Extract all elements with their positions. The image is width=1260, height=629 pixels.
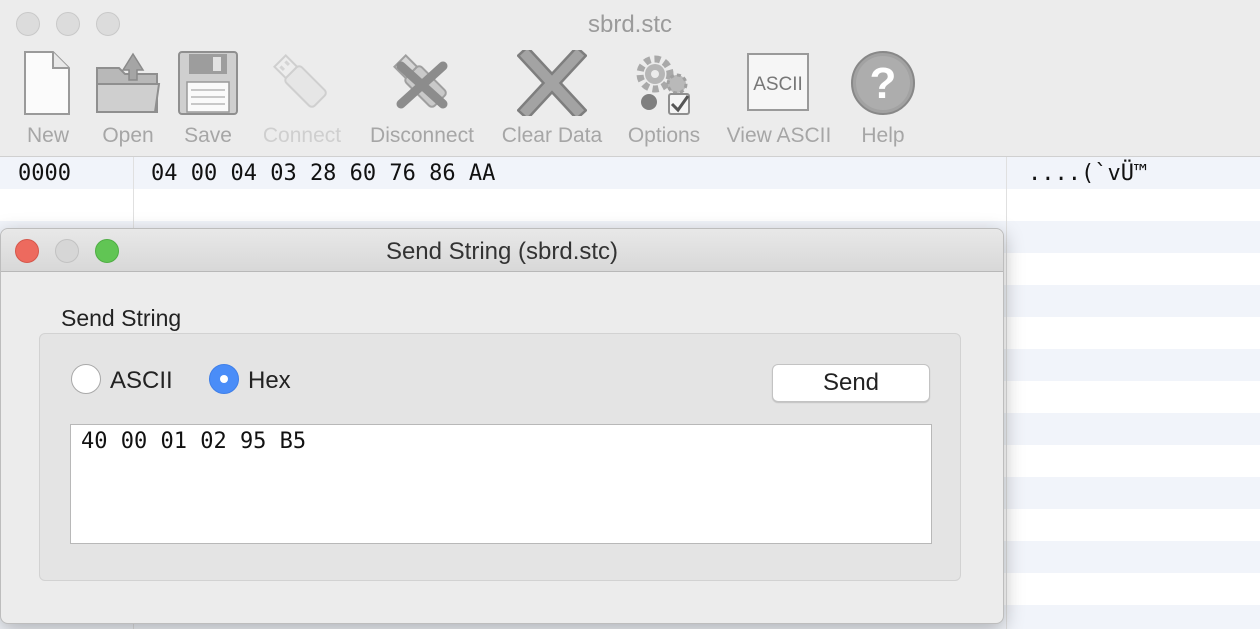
help-button[interactable]: ? Help bbox=[818, 50, 948, 150]
question-icon: ? bbox=[851, 51, 915, 115]
ascii-icon: ASCII bbox=[747, 53, 809, 111]
send-string-dialog: Send String (sbrd.stc) Send String ASCII… bbox=[0, 228, 1004, 624]
dialog-title: Send String (sbrd.stc) bbox=[385, 238, 619, 265]
row-ascii: ....(`vÜ™ bbox=[1028, 161, 1148, 186]
clear-data-button[interactable]: Clear Data bbox=[487, 50, 617, 150]
gears-icon bbox=[636, 55, 690, 115]
connect-label: Connect bbox=[262, 124, 342, 147]
options-label: Options bbox=[627, 124, 701, 147]
send-string-input[interactable]: 40 00 01 02 95 B5 bbox=[70, 424, 932, 544]
question-icon-text: ? bbox=[870, 59, 897, 108]
toolbar: New Open Save Connect Disconnect Clear D… bbox=[0, 46, 1260, 156]
row-offset: 0000 bbox=[18, 161, 71, 186]
main-titlebar: sbrd.stc bbox=[0, 0, 1260, 46]
send-string-group: ASCII Hex Send 40 00 01 02 95 B5 bbox=[39, 333, 961, 581]
column-divider bbox=[1006, 157, 1007, 629]
disconnect-label: Disconnect bbox=[370, 124, 474, 147]
dialog-titlebar: Send String (sbrd.stc) bbox=[1, 229, 1003, 272]
usb-plug-icon bbox=[273, 54, 327, 108]
disconnect-button[interactable]: Disconnect bbox=[357, 50, 487, 150]
send-button[interactable]: Send bbox=[772, 364, 930, 402]
ascii-radio[interactable] bbox=[71, 364, 101, 394]
help-label: Help bbox=[861, 124, 905, 147]
window-title: sbrd.stc bbox=[587, 11, 673, 38]
options-button[interactable]: Options bbox=[599, 50, 729, 150]
x-mark-icon bbox=[517, 50, 587, 116]
usb-disconnect-icon bbox=[393, 54, 448, 109]
hex-radio[interactable] bbox=[209, 364, 239, 394]
ascii-icon-text: ASCII bbox=[753, 74, 803, 95]
clear-data-label: Clear Data bbox=[501, 124, 603, 147]
hex-radio-label[interactable]: Hex bbox=[248, 367, 291, 395]
connect-button[interactable]: Connect bbox=[237, 50, 367, 150]
floppy-disk-icon bbox=[178, 51, 238, 115]
row-hex-bytes: 04 00 04 03 28 60 76 86 AA bbox=[151, 161, 496, 186]
group-label: Send String bbox=[61, 305, 182, 331]
ascii-radio-label[interactable]: ASCII bbox=[110, 367, 173, 395]
